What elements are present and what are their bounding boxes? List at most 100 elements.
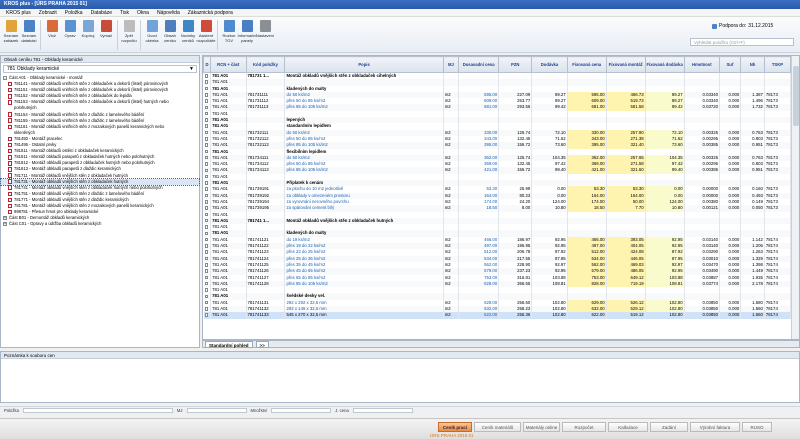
row-checkbox[interactable] [204, 244, 208, 248]
row-checkbox[interactable] [204, 124, 208, 128]
expand-icon[interactable]: + [3, 216, 7, 221]
module-button-cenik-praci[interactable]: Ceník prací [438, 422, 472, 432]
row-checkbox[interactable] [204, 162, 208, 166]
row-checkbox[interactable] [204, 181, 208, 185]
column-header-dosavadni-cena[interactable]: Dosavadní cena [458, 56, 500, 73]
column-header-tskp[interactable]: TSKP [763, 56, 792, 73]
table-row[interactable]: 781 A01 781739195 za spárování cement bílý… [203, 205, 792, 212]
row-checkbox[interactable] [204, 80, 208, 84]
toolbar-nastaveni-button[interactable]: Nastavení [256, 17, 274, 51]
row-checkbox[interactable] [204, 168, 208, 173]
expand-icon[interactable]: + [3, 222, 7, 227]
column-header-dodavka[interactable]: Dodávka [531, 56, 568, 73]
row-checkbox[interactable] [204, 155, 208, 160]
row-checkbox[interactable] [204, 105, 208, 110]
toolbar-vymaz-button[interactable]: Vymaž [97, 17, 115, 51]
toolbar-seznam-zakazek-button[interactable]: Seznam zakázek [2, 17, 20, 51]
menu-item-zobrazit[interactable]: Zobrazit [39, 9, 57, 16]
toolbar-obsah-ceniku-button[interactable]: Obsah ceníku [161, 17, 179, 51]
row-checkbox[interactable] [204, 237, 208, 242]
toolbar-seznam-databazi-button[interactable]: Seznam databází [20, 17, 38, 51]
row-checkbox[interactable] [204, 307, 208, 311]
grid-scrollbar[interactable] [791, 56, 799, 339]
column-header-rcn-cast[interactable]: RCN + část [210, 56, 247, 73]
row-checkbox[interactable] [204, 111, 208, 116]
menu-item-zakaznicka-podpora[interactable]: Zákaznická podpora [188, 9, 233, 16]
row-checkbox[interactable] [204, 294, 208, 298]
module-button-ruso[interactable]: RUSO [742, 422, 772, 432]
table-row[interactable]: 781 A01 781731 1... Montáž obkladů vnějšíc… [203, 72, 792, 80]
row-checkbox[interactable] [204, 74, 208, 78]
row-checkbox[interactable] [204, 218, 208, 223]
collapse-icon[interactable]: - [3, 76, 7, 81]
row-checkbox[interactable] [204, 93, 208, 97]
menu-item-tisk[interactable]: Tisk [120, 9, 129, 16]
row-checkbox[interactable] [204, 86, 208, 91]
module-button-materialy-online[interactable]: Materiály online [523, 422, 560, 432]
toolbar-asistent-rozpoctare-button[interactable]: Asistent rozpočtáře [197, 17, 215, 51]
row-checkbox[interactable] [204, 143, 208, 147]
table-row[interactable]: 781 A01 781731113 přes 85 do 105 ks/m2 m2 68… [203, 104, 792, 111]
row-checkbox[interactable] [204, 256, 208, 261]
toolbar-novinky-ceniku-button[interactable]: Novinky ceníků [179, 17, 197, 51]
toolbar-kopiruj-button[interactable]: Kopíruj [79, 17, 97, 51]
tab-standard-view[interactable]: Standardní pohled [205, 340, 253, 348]
row-checkbox[interactable] [204, 99, 208, 103]
column-header-fixovana-cena[interactable]: Fixovaná cena [566, 56, 607, 73]
row-checkbox[interactable] [204, 288, 208, 292]
table-row[interactable]: 781 A01 781741133 545 x 270 x 32,5 mm m2 622… [203, 312, 792, 319]
cell-text: 271.58 [630, 161, 644, 167]
row-checkbox[interactable] [204, 225, 208, 229]
catalog-select[interactable]: 781 Obklady keramické ▼ [3, 65, 197, 73]
row-checkbox[interactable] [204, 206, 208, 210]
menu-item-kros-plus[interactable]: KROS plus [6, 9, 31, 16]
menu-item-okna[interactable]: Okna [137, 9, 149, 16]
module-button-rozpocet[interactable]: Rozpočet [562, 422, 606, 432]
menu-item-polozka[interactable]: Položka [65, 9, 83, 16]
row-checkbox[interactable] [204, 187, 208, 191]
column-header-sut[interactable]: Suť [719, 56, 742, 73]
row-checkbox[interactable] [204, 212, 208, 217]
toolbar-informacni-panely-button[interactable]: Informační panely [238, 17, 256, 51]
row-checkbox[interactable] [204, 269, 208, 273]
row-checkbox[interactable] [204, 130, 208, 135]
row-checkbox[interactable] [204, 263, 208, 267]
column-header-d[interactable]: D [203, 56, 212, 73]
column-header-hmotnost[interactable]: Hmotnost [683, 56, 721, 73]
module-button-kalkulace[interactable]: Kalkulace [608, 422, 648, 432]
table-row[interactable]: 781 A01 781734113 přes 85 do 105 ks/m2 m2 42… [203, 167, 792, 174]
search-input[interactable]: Vyhledat položku (Ctrl+F) [690, 38, 794, 46]
row-checkbox[interactable] [204, 275, 208, 280]
row-checkbox[interactable] [204, 281, 208, 286]
row-checkbox[interactable] [204, 200, 208, 204]
table-row[interactable]: 781 A01 781741128 přes 85 do 105 ks/m2 m2 82… [203, 280, 792, 288]
row-checkbox[interactable] [204, 174, 208, 179]
module-button-vyrobni-faktura[interactable]: Výrobní faktura [690, 422, 740, 432]
row-checkbox[interactable] [204, 231, 208, 236]
row-checkbox[interactable] [204, 313, 208, 317]
toolbar-vloz-button[interactable]: Vlož [43, 17, 61, 51]
row-checkbox[interactable] [204, 250, 208, 254]
toolbar-oprav-button[interactable]: Oprav [61, 17, 79, 51]
row-checkbox[interactable] [204, 300, 208, 305]
toolbar-uvod-okenka-button[interactable]: Úvod okénka [143, 17, 161, 51]
module-button-zadani[interactable]: Zadání [650, 422, 688, 432]
column-header-mj[interactable]: MJ [442, 56, 460, 73]
module-button-cenik-materialu[interactable]: Ceník materiálů [474, 422, 521, 432]
column-header-fixovana-montaz[interactable]: Fixovaná montáž [605, 56, 646, 73]
row-checkbox[interactable] [204, 193, 208, 198]
toolbar-zpet-rozpoctu-button[interactable]: Zpět rozpočtu [120, 17, 138, 51]
column-header-kod-polozky[interactable]: Kód položky [245, 56, 286, 73]
column-header-fixovana-dodavka[interactable]: Fixovaná dodávka [644, 56, 685, 73]
row-checkbox[interactable] [204, 118, 208, 122]
menu-item-napoveda[interactable]: Nápověda [157, 9, 180, 16]
tree-item[interactable]: + Část C01 - Opravy a údržba obkladů kera… [1, 221, 199, 227]
menu-item-databaze[interactable]: Databáze [91, 9, 112, 16]
column-header-popis[interactable]: Popis [284, 56, 444, 73]
toolbar-rozbor-tov-button[interactable]: Rozbor TOV [220, 17, 238, 51]
tab-more[interactable]: >> [255, 340, 269, 348]
column-header-nh[interactable]: Nh [740, 56, 765, 73]
row-checkbox[interactable] [204, 149, 208, 154]
row-checkbox[interactable] [204, 137, 208, 141]
column-header-pzn[interactable]: PZN [498, 56, 533, 73]
